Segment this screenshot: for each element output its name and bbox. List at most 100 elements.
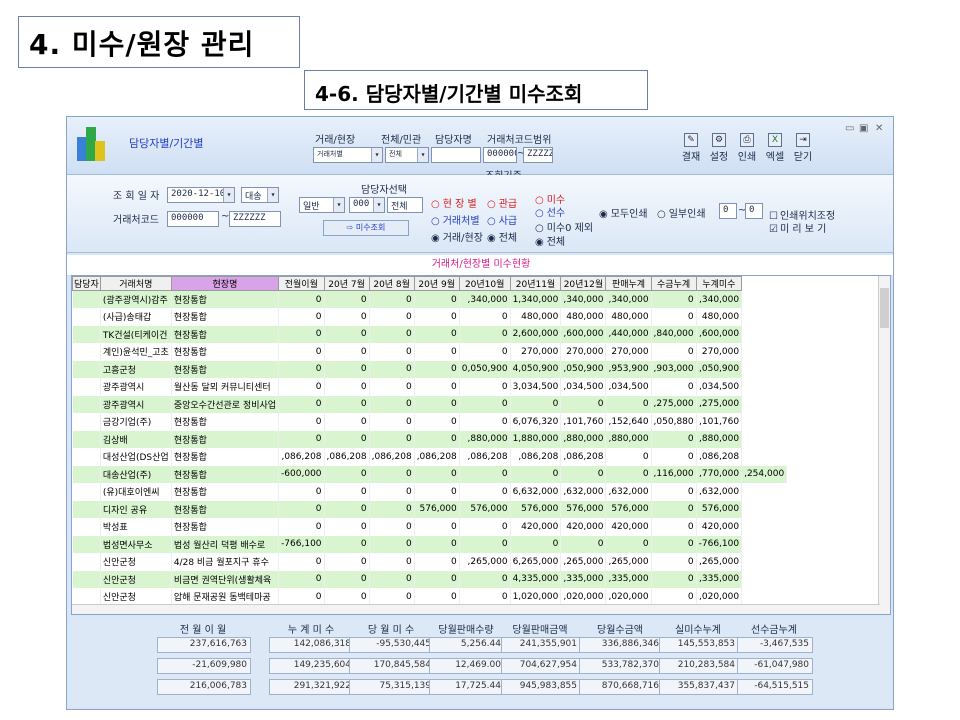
table-cell: 420,000 bbox=[510, 518, 562, 536]
radio-print-all[interactable]: 모두인쇄 bbox=[599, 205, 648, 220]
table-row[interactable]: 신안군청 4/28 비금 월포지구 휴수 0 0 0 0,265,000 6,265,000… bbox=[72, 553, 787, 571]
all-private-select[interactable]: 전체 bbox=[385, 147, 429, 163]
minimize-icon[interactable]: ▭ bbox=[845, 123, 854, 134]
radio-all-unpaid[interactable]: 전체 bbox=[535, 233, 565, 248]
horizontal-scrollbar[interactable] bbox=[72, 604, 880, 614]
column-header[interactable]: 누계미수 bbox=[695, 276, 743, 291]
table-row[interactable]: 고흥군청 현장통합 0 0 0 0 0,050,900 4,050,900,050,900,9… bbox=[72, 360, 787, 378]
radio-customer[interactable]: 거래처별 bbox=[431, 212, 480, 227]
table-row[interactable]: 디자인 공유 현장통합 0 0 0 576,000 576,000 576,000 576,00… bbox=[72, 500, 787, 518]
table-cell: 0 bbox=[369, 343, 415, 361]
date-input[interactable]: 2020-12-10 bbox=[167, 187, 235, 203]
code-range-label: 거래처코드범위 bbox=[487, 135, 552, 146]
preview-checkbox[interactable]: 미 리 보 기 bbox=[769, 220, 826, 235]
manager-code-select[interactable]: 000 bbox=[349, 197, 385, 213]
radio-prepaid[interactable]: 선수 bbox=[535, 204, 565, 219]
vertical-scrollbar[interactable] bbox=[878, 276, 890, 614]
table-cell: ,265,000 bbox=[605, 553, 652, 571]
table-row[interactable]: (유)대호이엔씨 현장통합 0 0 0 0 0 6,632,000,632,000,632,0… bbox=[72, 483, 787, 501]
table-cell: 6,632,000 bbox=[510, 483, 562, 501]
table-cell: 현장통합 bbox=[171, 518, 280, 536]
code-from-input[interactable]: 000000 bbox=[167, 211, 219, 227]
column-header[interactable]: 거래처명 bbox=[99, 276, 172, 291]
table-cell: ,101,760 bbox=[696, 413, 743, 431]
print-range-from[interactable]: 0 bbox=[719, 203, 737, 219]
code-to-input[interactable]: ZZZZZZ bbox=[229, 211, 281, 227]
table-cell: ,340,000 bbox=[605, 290, 652, 308]
table-row[interactable]: 신안군청 압해 문재공원 동백테마공 0 0 0 0 0 1,020,000,020,000,… bbox=[72, 588, 787, 606]
column-header[interactable]: 20년10월 bbox=[458, 276, 511, 291]
column-header[interactable]: 20년 8월 bbox=[368, 276, 415, 291]
print-icon: ⎙ bbox=[740, 133, 754, 147]
radio-all-type[interactable]: 전체 bbox=[487, 229, 517, 244]
radio-customer-site[interactable]: 거래/현장 bbox=[431, 229, 483, 244]
column-header[interactable]: 수금누계 bbox=[650, 276, 697, 291]
table-row[interactable]: 박성표 현장통합 0 0 0 0 0 420,000 420,000 420,000 0 420,00… bbox=[72, 518, 787, 536]
radio-government[interactable]: 관급 bbox=[487, 195, 517, 210]
radio-private[interactable]: 사급 bbox=[487, 212, 517, 227]
column-header[interactable]: 20년 9월 bbox=[413, 276, 460, 291]
column-header[interactable]: 20년 7월 bbox=[323, 276, 370, 291]
table-row[interactable]: 대성산업(DS산업 현장통합 ,086,208,086,208,086,208,08… bbox=[72, 448, 787, 466]
table-cell bbox=[72, 308, 101, 326]
table-cell: 대송산업(주) bbox=[100, 465, 172, 483]
table-row[interactable]: TK건설(티케이건 현장통합 0 0 0 0 0 2,600,000,600,000,440,… bbox=[72, 325, 787, 343]
table-row[interactable]: 광주광역시 중앙오수간선관로 정비사업 0 0 0 0 0 0 0 0,275,000,275,0… bbox=[72, 395, 787, 413]
table-row[interactable]: (광주광역시)감주 현장통합 0 0 0 0,340,000 1,340,000,340,0… bbox=[72, 290, 787, 308]
table-cell: 신안군청 bbox=[100, 553, 172, 571]
column-header[interactable]: 전월이월 bbox=[278, 276, 325, 291]
table-row[interactable]: 금강기업(주) 현장통합 0 0 0 0 0 6,076,320,101,760,152,64… bbox=[72, 413, 787, 431]
radio-print-part[interactable]: 일부인쇄 bbox=[657, 205, 706, 220]
manager-all-input[interactable]: 전체 bbox=[387, 197, 423, 213]
settings-button[interactable]: ⚙ 설정 bbox=[705, 131, 733, 163]
table-row[interactable]: 계인)윤석민_고초 현장통합 0 0 0 0 0 270,000 270,000 270,000 0… bbox=[72, 343, 787, 361]
print-range-to[interactable]: 0 bbox=[745, 203, 763, 219]
table-cell: ,086,208 bbox=[696, 448, 743, 466]
table-cell: 480,000 bbox=[605, 308, 652, 326]
summary-value: -61,047,980 bbox=[737, 658, 813, 674]
close-button-label: 닫기 bbox=[793, 152, 813, 163]
compare-select[interactable]: 대송 bbox=[241, 187, 279, 203]
table-cell: 0 bbox=[278, 483, 325, 501]
table-cell: 김상배 bbox=[100, 430, 172, 448]
manager-input[interactable] bbox=[431, 147, 481, 163]
table-cell: 0 bbox=[605, 535, 652, 553]
radio-site[interactable]: 현 장 별 bbox=[431, 195, 477, 210]
column-header[interactable]: 현장명 bbox=[170, 276, 280, 291]
table-cell: 6,076,320 bbox=[510, 413, 562, 431]
close-button[interactable]: ⇥ 닫기 bbox=[789, 131, 817, 163]
column-header[interactable]: 20년11월 bbox=[509, 276, 562, 291]
radio-exclude-zero[interactable]: 미수0 제외 bbox=[535, 219, 593, 234]
table-row[interactable]: 대송산업(주) 현장통합 -600,000 0 0 0 0 0 0 0,116,000,770,0… bbox=[72, 465, 788, 483]
table-cell: 0 bbox=[278, 360, 325, 378]
column-header[interactable]: 담당자 bbox=[72, 276, 101, 291]
table-row[interactable]: 법성면사무소 법성 월산리 덕평 배수로 -766,100 0 0 0 0 0 0 0 0 -766,… bbox=[72, 535, 787, 553]
summary-value: -64,515,515 bbox=[737, 679, 813, 695]
table-cell: 0 bbox=[651, 588, 697, 606]
table-cell: 0 bbox=[369, 518, 415, 536]
column-header[interactable]: 20년12월 bbox=[560, 276, 607, 291]
table-cell: 0 bbox=[510, 395, 562, 413]
window-close-icon[interactable]: ✕ bbox=[875, 123, 883, 134]
query-button[interactable]: ⇨ 미수조회 bbox=[323, 220, 409, 236]
settings-button-label: 설정 bbox=[709, 152, 729, 163]
top-code-from[interactable]: 000000 bbox=[483, 147, 517, 163]
maximize-icon[interactable]: ▣ bbox=[859, 123, 868, 134]
table-cell: 중앙오수간선관로 정비사업 bbox=[171, 395, 280, 413]
table-cell: 0 bbox=[324, 553, 370, 571]
table-cell: 576,000 bbox=[560, 500, 607, 518]
approve-button[interactable]: ✎ 결재 bbox=[677, 131, 705, 163]
top-code-to[interactable]: ZZZZZZ bbox=[523, 147, 553, 163]
table-cell: 0,050,900 bbox=[459, 360, 511, 378]
table-cell: 0 bbox=[369, 413, 415, 431]
column-header[interactable]: 판매누계 bbox=[605, 276, 652, 291]
table-row[interactable]: 김상배 현장통합 0 0 0 0,880,000 1,880,000,880,000,880… bbox=[72, 430, 787, 448]
table-row[interactable]: 광주광역시 월산동 달뫼 커뮤니티센터 0 0 0 0 0 3,034,500,034,500… bbox=[72, 378, 787, 396]
table-row[interactable]: 신안군청 비금면 권역단위(생활체육 0 0 0 0 0 4,335,000,335,000,… bbox=[72, 570, 787, 588]
print-button[interactable]: ⎙ 인쇄 bbox=[733, 131, 761, 163]
type-select[interactable]: 일반 bbox=[299, 197, 345, 213]
excel-button[interactable]: X 엑셀 bbox=[761, 131, 789, 163]
table-cell: 480,000 bbox=[560, 308, 607, 326]
table-row[interactable]: (사급)송태갑 현장통합 0 0 0 0 0 480,000 480,000 480,000 0 48… bbox=[72, 308, 787, 326]
trade-site-select[interactable]: 거래처별 bbox=[313, 147, 383, 163]
